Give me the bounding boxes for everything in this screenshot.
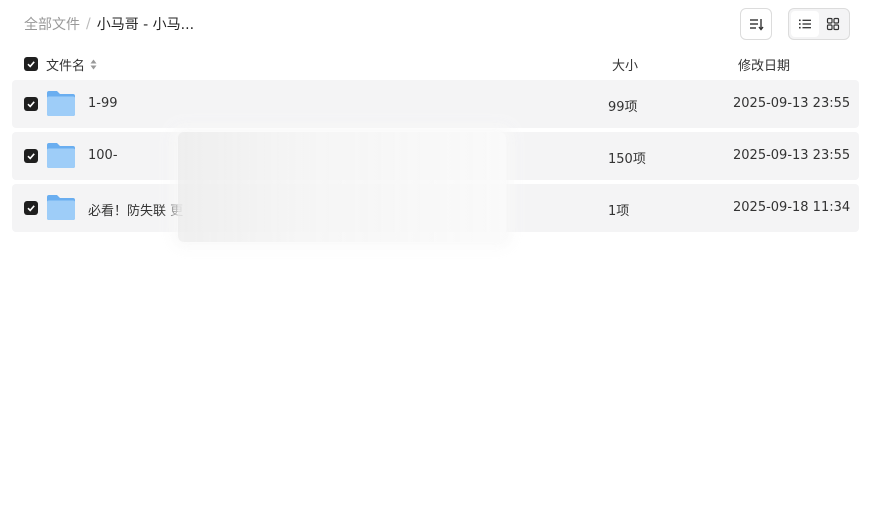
column-header-date[interactable]: 修改日期 — [738, 55, 790, 74]
check-icon — [27, 205, 35, 212]
row-checkbox[interactable] — [24, 149, 38, 163]
file-size: 1项 — [608, 204, 630, 219]
breadcrumb-root-link[interactable]: 全部文件 — [24, 14, 80, 34]
breadcrumb: 全部文件 / 小马哥 - 小马... — [24, 14, 194, 34]
check-icon — [27, 61, 35, 68]
sort-lines-icon — [750, 19, 764, 31]
check-icon — [27, 101, 35, 108]
column-header-size[interactable]: 大小 — [612, 55, 638, 74]
file-name[interactable]: 100- — [88, 148, 118, 163]
file-browser: 全部文件 / 小马哥 - 小马... 文件名 大小 修改日期 1-99 99项 … — [0, 0, 874, 514]
file-date: 2025-09-13 23:55 — [733, 96, 851, 111]
grid-view-icon — [826, 17, 840, 31]
row-checkbox[interactable] — [24, 97, 38, 111]
file-date: 2025-09-18 11:34 — [733, 200, 851, 215]
breadcrumb-separator: / — [86, 16, 91, 32]
grid-view-button[interactable] — [819, 11, 847, 37]
list-view-icon — [799, 19, 811, 29]
folder-icon — [47, 143, 75, 168]
check-icon — [27, 153, 35, 160]
sort-arrows-icon — [90, 59, 97, 70]
list-view-button[interactable] — [791, 11, 819, 37]
column-header-name[interactable]: 文件名 — [46, 55, 97, 74]
column-header-name-label: 文件名 — [46, 59, 86, 74]
file-size: 99项 — [608, 100, 638, 115]
file-row[interactable]: 1-99 99项 2025-09-13 23:55 — [12, 80, 859, 128]
row-checkbox[interactable] — [24, 201, 38, 215]
file-name[interactable]: 必看！防失联 更 — [88, 200, 183, 219]
file-name[interactable]: 1-99 — [88, 96, 118, 111]
blurred-overlay — [178, 132, 506, 242]
breadcrumb-current: 小马哥 - 小马... — [96, 17, 195, 33]
sort-button[interactable] — [740, 8, 772, 40]
select-all-checkbox[interactable] — [24, 57, 38, 71]
folder-icon — [47, 195, 75, 220]
list-header: 文件名 大小 修改日期 — [12, 52, 859, 76]
file-date: 2025-09-13 23:55 — [733, 148, 851, 163]
file-size: 150项 — [608, 152, 646, 167]
folder-icon — [47, 91, 75, 116]
view-toggle — [788, 8, 850, 40]
